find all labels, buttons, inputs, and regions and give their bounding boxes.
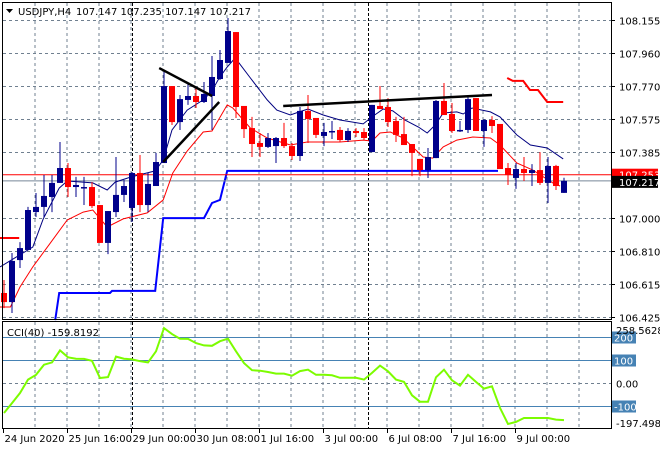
candle-bull[interactable] [513, 169, 519, 178]
candle-bear[interactable] [393, 121, 399, 135]
candle-bull[interactable] [9, 260, 15, 303]
candle-bear[interactable] [97, 205, 103, 243]
candle-bull[interactable] [217, 60, 223, 80]
candle-bull[interactable] [425, 157, 431, 171]
candle-bull[interactable] [529, 170, 535, 173]
candle-bull[interactable] [105, 211, 111, 243]
candle-bull[interactable] [433, 100, 439, 159]
candle-bull[interactable] [161, 86, 167, 164]
candle-bull[interactable] [25, 210, 31, 250]
candle-bear[interactable] [417, 158, 423, 171]
candle-bear[interactable] [361, 132, 367, 139]
candle-bull[interactable] [17, 248, 23, 261]
candle-bear[interactable] [193, 96, 199, 103]
candle-bear[interactable] [377, 105, 383, 110]
candle-bear[interactable] [313, 117, 319, 135]
candle-bull[interactable] [113, 194, 119, 213]
candle-bull[interactable] [81, 187, 87, 189]
candle-bear[interactable] [65, 168, 71, 188]
candle-bull[interactable] [177, 99, 183, 123]
time-label: 24 Jun 2020 [5, 434, 65, 445]
candle-bear[interactable] [521, 169, 527, 173]
candle-bull[interactable] [129, 172, 135, 208]
candle-bear[interactable] [473, 98, 479, 131]
candle-bull[interactable] [121, 186, 127, 195]
candle-bull[interactable] [465, 99, 471, 130]
time-label: 25 Jun 16:00 [69, 434, 133, 445]
candle-bear[interactable] [89, 187, 95, 207]
price-label: 106.810 [619, 248, 660, 259]
candle-bear[interactable] [537, 170, 543, 183]
price-label: 107.575 [619, 116, 660, 127]
candle-bear[interactable] [385, 106, 391, 123]
candle-bull[interactable] [345, 130, 351, 141]
candle-bear[interactable] [337, 129, 343, 141]
symbol-label: USDJPY,H4 [18, 7, 71, 18]
price-label: 107.000 [619, 215, 660, 226]
candle-bear[interactable] [257, 142, 263, 147]
cci-level-label: 100 [614, 357, 633, 368]
price-label: 107.770 [619, 83, 660, 94]
price-label: 106.615 [619, 281, 660, 292]
time-label: 30 Jun 08:00 [197, 434, 261, 445]
cci-level-label: -100 [614, 403, 637, 414]
time-label: 6 Jul 08:00 [389, 434, 443, 445]
price-label: 106.425 [619, 314, 660, 325]
cci-level-label: 0.00 [616, 380, 638, 391]
cci-min-label: -197.4987 [616, 419, 660, 430]
price-label: 107.960 [619, 50, 660, 61]
candle-bull[interactable] [185, 96, 191, 100]
candle-bull[interactable] [153, 162, 159, 187]
candle-bull[interactable] [57, 168, 63, 183]
candle-bull[interactable] [481, 120, 487, 131]
time-label: 7 Jul 16:00 [453, 434, 507, 445]
candle-bear[interactable] [281, 138, 287, 147]
candle-bear[interactable] [137, 172, 143, 206]
candle-bear[interactable] [241, 105, 247, 130]
candle-bull[interactable] [329, 130, 335, 133]
candle-bull[interactable] [265, 138, 271, 147]
candle-bull[interactable] [321, 132, 327, 136]
candle-bear[interactable] [497, 123, 503, 170]
time-label: 9 Jul 00:00 [517, 434, 571, 445]
candle-bull[interactable] [41, 195, 47, 207]
candle-bear[interactable] [169, 86, 175, 123]
candle-bear[interactable] [353, 130, 359, 134]
candle-bear[interactable] [289, 146, 295, 157]
candle-bear[interactable] [489, 120, 495, 127]
candle-bull[interactable] [273, 138, 279, 147]
candle-bear[interactable] [401, 134, 407, 146]
time-label: 3 Jul 00:00 [325, 434, 379, 445]
candle-bear[interactable] [449, 114, 455, 131]
candle-bear[interactable] [305, 110, 311, 119]
candle-bull[interactable] [225, 31, 231, 63]
price-label: 108.155 [619, 17, 660, 28]
candle-bull[interactable] [209, 76, 215, 97]
price-chart[interactable]: 108.155 107.960 107.770 107.575 107.385 107.0… [0, 0, 660, 450]
candle-bear[interactable] [233, 32, 239, 107]
candle-bull[interactable] [73, 184, 79, 188]
candle-bull[interactable] [201, 93, 207, 103]
candle-bull[interactable] [33, 206, 39, 213]
ohlc-readout: 107.147 107.235 107.147 107.217 [76, 7, 251, 18]
candle-bull[interactable] [561, 180, 567, 193]
candle-bear[interactable] [1, 292, 7, 303]
cci-title: CCI(40) -159.8192 [7, 328, 99, 339]
candle-bull[interactable] [145, 183, 151, 206]
cci-max-label: 258.5628 [616, 326, 660, 337]
candle-bull[interactable] [369, 104, 375, 153]
bid-price-label: 107.217 [619, 178, 660, 189]
candle-bear[interactable] [505, 168, 511, 176]
candle-bull[interactable] [457, 129, 463, 132]
candle-bull[interactable] [49, 182, 55, 197]
time-label: 29 Jun 00:00 [133, 434, 197, 445]
candle-bear[interactable] [409, 144, 415, 153]
candle-bear[interactable] [441, 100, 447, 116]
price-label: 107.385 [619, 149, 660, 160]
candle-bull[interactable] [297, 110, 303, 157]
candle-bear[interactable] [249, 128, 255, 145]
time-label: 1 Jul 16:00 [261, 434, 315, 445]
candle-bull[interactable] [545, 165, 551, 183]
candle-bear[interactable] [553, 165, 559, 187]
